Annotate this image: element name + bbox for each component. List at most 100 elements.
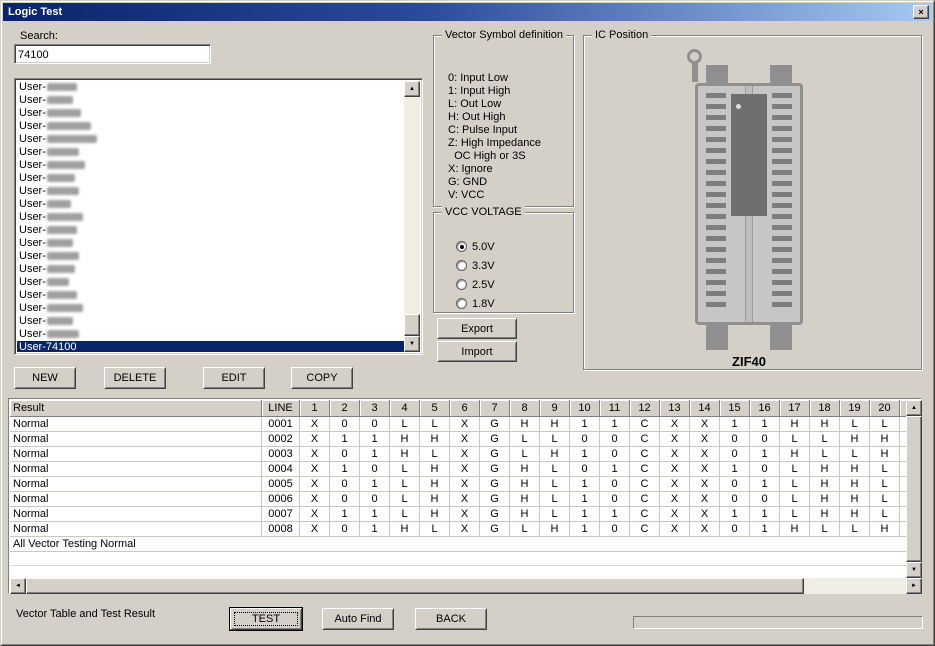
user-list[interactable]: User-User-User-User-User-User-User-User-…: [14, 78, 423, 355]
cell-vector-value: X: [690, 507, 720, 522]
list-item-prefix: User-: [19, 250, 46, 262]
header-cell-pin: 16: [750, 400, 780, 417]
list-item[interactable]: User-: [17, 328, 404, 341]
list-item[interactable]: User-74100: [17, 341, 404, 352]
cell-line: 0005: [262, 477, 300, 492]
export-button[interactable]: Export: [437, 318, 517, 339]
list-item[interactable]: User-: [17, 107, 404, 120]
table-row[interactable]: Normal0008X01HLXGLH10CXX01HLLH0: [10, 522, 906, 537]
scroll-down-icon[interactable]: ▼: [404, 336, 420, 352]
title-bar[interactable]: Logic Test ×: [3, 3, 932, 21]
search-input[interactable]: 74100: [14, 44, 211, 64]
scroll-left-icon[interactable]: ◄: [10, 578, 26, 594]
list-item-prefix: User-: [19, 81, 46, 93]
cell-vector-value: L: [780, 477, 810, 492]
scroll-up-icon[interactable]: ▲: [404, 81, 420, 97]
cell-vector-value: H: [780, 522, 810, 537]
list-item[interactable]: User-: [17, 276, 404, 289]
symbol-definition-line: V: VCC: [448, 189, 541, 202]
cell-vector-value: H: [810, 492, 840, 507]
table-row[interactable]: Normal0001X00LLXGHH11CXX11HHLL0: [10, 417, 906, 432]
list-item[interactable]: User-: [17, 250, 404, 263]
delete-button[interactable]: DELETE: [104, 367, 166, 389]
list-item[interactable]: User-: [17, 159, 404, 172]
cell-vector-value: C: [630, 507, 660, 522]
list-item[interactable]: User-: [17, 289, 404, 302]
symbol-definition-line: C: Pulse Input: [448, 124, 541, 137]
test-button[interactable]: TEST: [230, 608, 302, 630]
cell-vector-value: 1: [360, 507, 390, 522]
cell-line: 0002: [262, 432, 300, 447]
cell-vector-value: H: [420, 432, 450, 447]
cell-vector-value: X: [300, 477, 330, 492]
list-item[interactable]: User-: [17, 198, 404, 211]
scroll-right-icon[interactable]: ►: [906, 578, 922, 594]
symbol-definition-line: Z: High Impedance: [448, 137, 541, 150]
vcc-option-1.8V[interactable]: 1.8V: [456, 294, 495, 313]
scrollbar-thumb[interactable]: [906, 416, 922, 562]
scrollbar-thumb[interactable]: [26, 578, 804, 594]
cell-line: 0001: [262, 417, 300, 432]
list-item-prefix: User-: [19, 185, 46, 197]
list-item[interactable]: User-: [17, 81, 404, 94]
table-row[interactable]: Normal0002X11HHXGLL00CXX00LLHH0: [10, 432, 906, 447]
copy-button[interactable]: COPY: [291, 367, 353, 389]
cell-vector-value: 0: [330, 477, 360, 492]
radio-icon: [456, 279, 467, 290]
symbol-definition-line: 1: Input High: [448, 85, 541, 98]
table-row[interactable]: Normal0007X11LHXGHL11CXX11LHHL0: [10, 507, 906, 522]
scroll-up-icon[interactable]: ▲: [906, 400, 922, 416]
header-cell-pin: 13: [660, 400, 690, 417]
redacted-text: [47, 226, 77, 234]
cell-vector-value: X: [690, 462, 720, 477]
auto-find-button[interactable]: Auto Find: [322, 608, 394, 630]
list-item[interactable]: User-: [17, 120, 404, 133]
list-item[interactable]: User-: [17, 263, 404, 276]
scroll-down-icon[interactable]: ▼: [906, 562, 922, 578]
vcc-option-2.5V[interactable]: 2.5V: [456, 275, 495, 294]
cell-vector-value: L: [780, 492, 810, 507]
list-item[interactable]: User-: [17, 211, 404, 224]
table-row[interactable]: Normal0006X00LHXGHL10CXX00LHHL0: [10, 492, 906, 507]
new-button[interactable]: NEW: [14, 367, 76, 389]
list-item[interactable]: User-: [17, 146, 404, 159]
list-item[interactable]: User-: [17, 172, 404, 185]
header-cell-pin: 6: [450, 400, 480, 417]
list-item[interactable]: User-: [17, 315, 404, 328]
list-item[interactable]: User-: [17, 133, 404, 146]
cell-vector-value: X: [690, 417, 720, 432]
table-row[interactable]: Normal0005X01LHXGHL10CXX01LHHL0: [10, 477, 906, 492]
scrollbar-thumb[interactable]: [404, 314, 420, 336]
cell-result: Normal: [10, 522, 262, 537]
cell-vector-value: 1: [330, 432, 360, 447]
list-item[interactable]: User-: [17, 302, 404, 315]
cell-vector-value: H: [870, 447, 900, 462]
list-item[interactable]: User-: [17, 224, 404, 237]
back-button[interactable]: BACK: [415, 608, 487, 630]
table-row[interactable]: Normal0003X01HLXGLH10CXX01HLLH0: [10, 447, 906, 462]
list-item[interactable]: User-: [17, 237, 404, 250]
cell-vector-value: C: [630, 462, 660, 477]
cell-vector-value: 0: [360, 417, 390, 432]
table-vscroll[interactable]: ▲ ▼: [906, 400, 922, 578]
cell-vector-value: H: [840, 507, 870, 522]
table-row[interactable]: Normal0004X10LHXGHL01CXX10LHHL0: [10, 462, 906, 477]
list-item[interactable]: User-: [17, 94, 404, 107]
close-button[interactable]: ×: [913, 5, 929, 19]
cell-vector-value: 0: [360, 462, 390, 477]
cell-vector-value: H: [810, 417, 840, 432]
vcc-option-5.0V[interactable]: 5.0V: [456, 237, 495, 256]
redacted-text: [47, 135, 97, 143]
edit-button[interactable]: EDIT: [203, 367, 265, 389]
cell-vector-value: 0: [360, 492, 390, 507]
list-item[interactable]: User-: [17, 185, 404, 198]
import-button[interactable]: Import: [437, 341, 517, 362]
vcc-option-3.3V[interactable]: 3.3V: [456, 256, 495, 275]
cell-vector-value: X: [450, 432, 480, 447]
list-scrollbar[interactable]: ▲ ▼: [404, 81, 420, 352]
cell-vector-value: H: [540, 522, 570, 537]
cell-vector-value: 0: [330, 492, 360, 507]
table-hscroll[interactable]: ◄ ►: [10, 578, 922, 594]
redacted-text: [47, 213, 83, 221]
list-item-prefix: User-: [19, 198, 46, 210]
